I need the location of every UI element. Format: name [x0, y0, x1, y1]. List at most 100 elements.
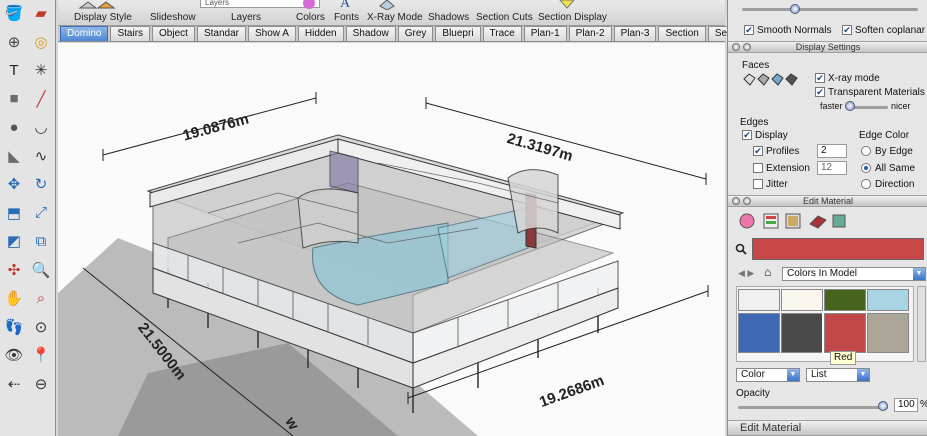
color-swatch[interactable]	[781, 313, 823, 353]
scene-tab[interactable]: Hidden	[297, 26, 344, 41]
rectangle-icon[interactable]: ■	[2, 88, 26, 110]
offset-icon[interactable]: ⧉	[29, 230, 53, 252]
minimize-icon[interactable]	[743, 197, 751, 205]
close-icon[interactable]	[732, 43, 740, 51]
scene-tab[interactable]: Section	[658, 26, 706, 41]
main-toolbar: Layers A Display Style Slideshow Layers …	[58, 0, 725, 26]
scene-tab[interactable]: Plan-2	[568, 26, 612, 41]
position-camera-icon[interactable]: 📍	[29, 344, 53, 366]
freehand-icon[interactable]: ∿	[29, 145, 53, 167]
scene-tab[interactable]: Plan-3	[613, 26, 657, 41]
extension-value-field[interactable]: 12	[817, 161, 847, 175]
line-icon[interactable]: ╱	[29, 88, 53, 110]
scene-tab[interactable]: Standar	[196, 26, 246, 41]
scene-tabs: Domino Stairs Object Standar Show A Hidden Sha…	[58, 26, 756, 42]
profiles-value-field[interactable]: 2	[817, 144, 847, 158]
top-slider-track[interactable]	[742, 8, 918, 11]
back-arrow-icon[interactable]: ◀ ▶	[738, 268, 754, 279]
tape-measure-icon[interactable]: ◎	[29, 31, 53, 53]
extension-checkbox[interactable]	[753, 163, 763, 173]
previous-view-icon[interactable]: ⇠	[2, 373, 26, 395]
direction-radio[interactable]	[861, 179, 871, 189]
color-swatch[interactable]	[738, 313, 780, 353]
eraser-icon[interactable]: ▰	[29, 2, 53, 24]
walk-icon[interactable]: 👣	[2, 316, 26, 338]
color-swatch[interactable]	[781, 289, 823, 311]
scene-tab[interactable]: Stairs	[110, 26, 151, 41]
soften-coplanar-checkbox[interactable]: ✔	[842, 25, 852, 35]
zoom-window-icon[interactable]: ⌕	[29, 287, 53, 309]
zoom-extents-icon[interactable]: ⊙	[29, 316, 53, 338]
jitter-checkbox[interactable]	[753, 179, 763, 189]
minimize-icon[interactable]	[743, 43, 751, 51]
xray-mode-checkbox[interactable]: ✔	[815, 73, 825, 83]
polygon-icon[interactable]: ◣	[2, 145, 26, 167]
nicer-label: nicer	[891, 101, 911, 111]
arc-icon[interactable]: ◡	[29, 116, 53, 138]
scene-tab[interactable]: Show A	[247, 26, 296, 41]
rotate-icon[interactable]: ↻	[29, 173, 53, 195]
pan-icon[interactable]: ✋	[2, 287, 26, 309]
opacity-slider-track[interactable]	[738, 406, 888, 409]
section-display-icon[interactable]	[558, 0, 576, 10]
current-color-swatch[interactable]	[752, 238, 924, 260]
opacity-slider-knob[interactable]	[878, 401, 888, 411]
transparent-materials-checkbox[interactable]: ✔	[815, 87, 825, 97]
circle-icon[interactable]: ●	[2, 116, 26, 138]
color-swatch[interactable]	[824, 289, 866, 311]
text-icon[interactable]: T	[2, 59, 26, 81]
next-view-icon[interactable]: ⊖	[29, 373, 53, 395]
push-pull-icon[interactable]: ⬒	[2, 202, 26, 224]
edges-label: Edges	[740, 117, 769, 128]
scale-icon[interactable]: ⤢	[29, 202, 53, 224]
scene-tab[interactable]: Domino	[60, 26, 109, 41]
library-dropdown[interactable]: Colors In Model ▼	[782, 267, 926, 281]
fonts-icon[interactable]: A	[340, 0, 354, 11]
top-slider-knob[interactable]	[790, 4, 800, 14]
orbit-icon[interactable]: ⊕	[2, 31, 26, 53]
smooth-normals-checkbox[interactable]: ✔	[744, 25, 754, 35]
edges-display-checkbox[interactable]: ✔	[742, 130, 752, 140]
swatch-scrollbar[interactable]	[917, 286, 926, 362]
opacity-value-field[interactable]: 100	[894, 398, 918, 412]
scene-tab[interactable]: Trace	[482, 26, 522, 41]
face-style-icons[interactable]	[743, 73, 803, 87]
color-swatch[interactable]	[738, 289, 780, 311]
all-same-radio[interactable]	[861, 163, 871, 173]
edit-material-titlebar[interactable]: Edit Material	[728, 195, 927, 207]
material-mode-icons[interactable]	[738, 212, 848, 230]
axes-icon[interactable]: ✳	[29, 59, 53, 81]
move-icon[interactable]: ✥	[2, 173, 26, 195]
zoom-icon[interactable]: 🔍	[29, 259, 53, 281]
list-mode-dropdown[interactable]: List ▼	[806, 368, 870, 382]
colors-icon[interactable]	[302, 0, 316, 10]
opacity-unit: %	[920, 399, 927, 410]
section-plane-icon[interactable]: ◩	[2, 230, 26, 252]
search-icon[interactable]	[735, 243, 747, 255]
right-panel: ✔ Smooth Normals ✔ Soften coplanar Displ…	[727, 0, 927, 436]
scene-tab[interactable]: Plan-1	[523, 26, 567, 41]
close-icon[interactable]	[732, 197, 740, 205]
profiles-label: Profiles	[766, 146, 800, 157]
color-swatch[interactable]	[822, 311, 868, 355]
look-around-icon[interactable]: 👁	[2, 344, 26, 366]
scene-tab[interactable]: Object	[152, 26, 195, 41]
profiles-checkbox[interactable]: ✔	[753, 146, 763, 156]
xray-icon[interactable]	[376, 0, 398, 11]
paint-bucket-icon[interactable]: 🪣	[2, 2, 26, 24]
model-viewport[interactable]: 19.0876m 21.3197m 21.5000m 19.2686m w	[58, 43, 725, 436]
color-mode-dropdown[interactable]: Color ▼	[736, 368, 800, 382]
scene-tab[interactable]: Grey	[397, 26, 434, 41]
quality-slider-knob[interactable]	[845, 101, 855, 111]
display-settings-titlebar[interactable]: Display Settings	[728, 41, 927, 53]
color-swatch[interactable]	[867, 313, 909, 353]
display-style-icons[interactable]	[78, 0, 118, 10]
home-icon[interactable]: ⌂	[764, 265, 771, 279]
follow-me-icon[interactable]: ✣	[2, 259, 26, 281]
jitter-label: Jitter	[766, 179, 788, 190]
scene-tab[interactable]: Bluepri	[435, 26, 481, 41]
color-swatch[interactable]	[867, 289, 909, 311]
by-edge-radio[interactable]	[861, 146, 871, 156]
scene-tab[interactable]: Shadow	[345, 26, 396, 41]
edit-material-footer-bar[interactable]: Edit Material	[728, 420, 927, 436]
